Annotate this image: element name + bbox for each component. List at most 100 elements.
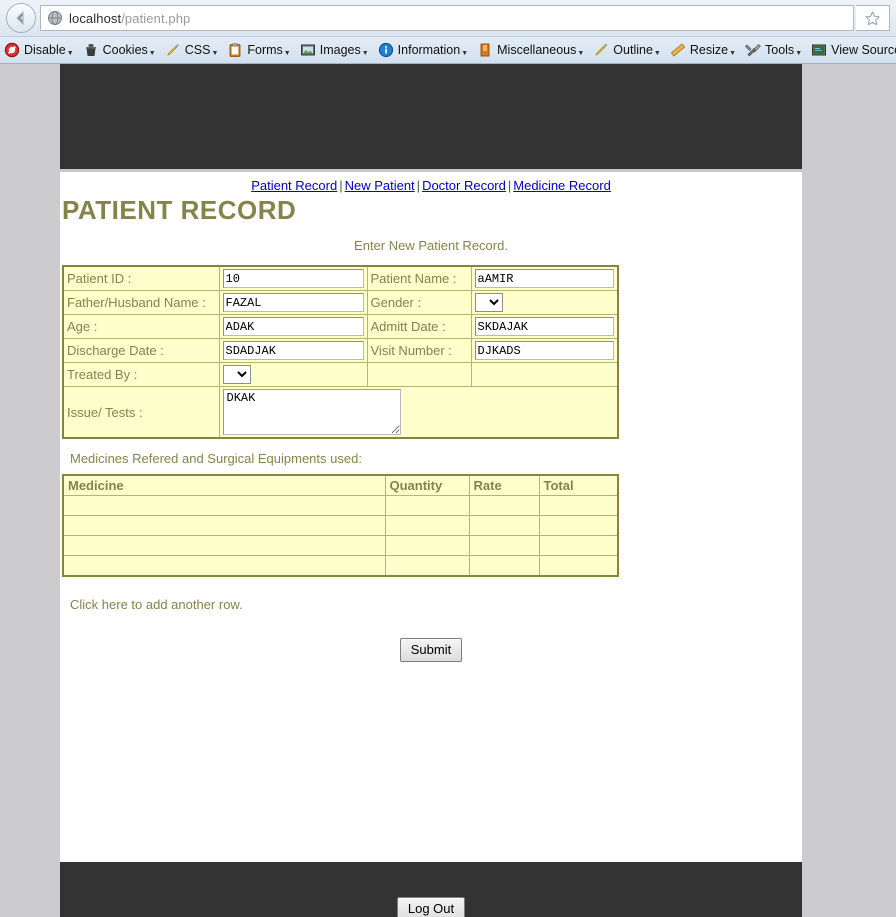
- nav-link-doctor-record[interactable]: Doctor Record: [422, 178, 506, 193]
- toolbar-label: Resize: [689, 43, 729, 57]
- css-pencil-icon: [166, 43, 179, 56]
- table-row[interactable]: [62, 495, 619, 516]
- chevron-down-icon: ▼: [66, 49, 74, 57]
- label-gender: Gender :: [366, 290, 472, 315]
- cell-medicine[interactable]: [62, 515, 386, 536]
- discharge-date-input[interactable]: [222, 341, 364, 360]
- logout-button[interactable]: Log Out: [396, 897, 466, 917]
- page-subtitle: Enter New Patient Record.: [354, 238, 508, 253]
- site-header-banner: [60, 64, 802, 169]
- disable-circle-icon: [4, 42, 20, 58]
- monitor-icon: [812, 44, 827, 56]
- book-icon: [480, 43, 490, 57]
- toolbar-label: Cookies: [102, 43, 148, 57]
- label-visit-number: Visit Number :: [366, 338, 472, 363]
- toolbar-label: Forms: [247, 43, 283, 57]
- age-input[interactable]: [222, 317, 364, 336]
- patient-form: Patient ID : Patient Name : Father/Husba…: [60, 265, 802, 439]
- cell-total[interactable]: [538, 515, 619, 536]
- table-row[interactable]: [62, 555, 619, 576]
- toolbar-item-outline[interactable]: Outline ▼: [591, 42, 668, 58]
- nav-link-new-patient[interactable]: New Patient: [345, 178, 415, 193]
- cell-total[interactable]: [538, 555, 619, 576]
- url-host: localhost: [69, 10, 122, 26]
- address-bar[interactable]: localhost/patient.php: [40, 5, 854, 31]
- web-developer-toolbar[interactable]: Disable ▼ Cookies ▼ CSS ▼ Forms ▼ Images…: [0, 36, 896, 63]
- submit-button-container: Submit: [60, 637, 802, 662]
- toolbar-item-information[interactable]: Information ▼: [376, 42, 475, 58]
- toolbar-item-forms[interactable]: Forms ▼: [225, 42, 297, 58]
- cell-medicine[interactable]: [62, 535, 386, 556]
- star-icon[interactable]: [856, 5, 890, 31]
- toolbar-item-cookies[interactable]: Cookies ▼: [81, 42, 163, 58]
- treated-by-select[interactable]: [222, 365, 251, 384]
- gender-select[interactable]: [474, 293, 503, 312]
- admitt-date-input[interactable]: [474, 317, 614, 336]
- picture-icon: [300, 44, 315, 56]
- toolbar-item-images[interactable]: Images ▼: [298, 42, 376, 58]
- nav-link-patient-record[interactable]: Patient Record: [251, 178, 337, 193]
- form-row-treated-by: Treated By :: [62, 362, 619, 387]
- form-row-age: Age : Admitt Date :: [62, 314, 619, 339]
- cell-rate[interactable]: [468, 535, 540, 556]
- table-row[interactable]: [62, 515, 619, 536]
- ruler-icon: [670, 43, 685, 57]
- cell-medicine[interactable]: [62, 555, 386, 576]
- cell-patient-id-input: [218, 265, 368, 291]
- label-patient-id: Patient ID :: [62, 265, 220, 291]
- toolbar-item-disable[interactable]: Disable ▼: [2, 42, 81, 58]
- toolbar-item-view-source[interactable]: View Source ▼: [809, 42, 896, 58]
- toolbar-item-miscellaneous[interactable]: Miscellaneous ▼: [475, 42, 591, 58]
- back-arrow-icon[interactable]: [6, 3, 36, 33]
- page-container: Patient Record | New Patient | Doctor Record…: [60, 64, 802, 917]
- cell-treated-by-select: [218, 362, 368, 387]
- clipboard-icon: [229, 43, 241, 57]
- issue-tests-textarea[interactable]: DKAK: [222, 389, 401, 435]
- cell-rate[interactable]: [468, 515, 540, 536]
- url-path: /patient.php: [121, 10, 191, 26]
- toolbar-label: Miscellaneous: [497, 43, 577, 57]
- visit-number-input[interactable]: [474, 341, 614, 360]
- father-husband-name-input[interactable]: [222, 293, 364, 312]
- toolbar-label: Information: [397, 43, 461, 57]
- cell-total[interactable]: [538, 535, 619, 556]
- nav-link-medicine-record[interactable]: Medicine Record: [513, 178, 611, 193]
- toolbar-label: Images: [319, 43, 361, 57]
- cell-rate[interactable]: [468, 495, 540, 516]
- table-row[interactable]: [62, 535, 619, 556]
- cell-patient-name-input: [470, 265, 619, 291]
- toolbar-item-tools[interactable]: Tools ▼: [743, 42, 809, 58]
- site-footer: Log Out: [60, 861, 802, 917]
- medicines-section: Medicine Quantity Rate Total: [60, 474, 802, 577]
- browser-chrome: localhost/patient.php Disable ▼ Cookies …: [0, 0, 896, 64]
- toolbar-item-resize[interactable]: Resize ▼: [668, 42, 743, 58]
- page-content: Patient Record | New Patient | Doctor Record…: [60, 172, 802, 862]
- cell-rate[interactable]: [468, 555, 540, 576]
- cell-quantity[interactable]: [384, 515, 470, 536]
- info-circle-icon: [378, 42, 393, 58]
- toolbar-item-css[interactable]: CSS ▼: [163, 42, 226, 58]
- cell-admitt-date-input: [470, 314, 619, 339]
- chevron-down-icon: ▼: [795, 49, 803, 57]
- medicines-caption: Medicines Refered and Surgical Equipment…: [70, 451, 362, 466]
- chevron-down-icon: ▼: [729, 49, 736, 57]
- cell-quantity[interactable]: [384, 495, 470, 516]
- medicines-table: Medicine Quantity Rate Total: [62, 474, 619, 577]
- cell-total[interactable]: [538, 495, 619, 516]
- cell-medicine[interactable]: [62, 495, 386, 516]
- page-viewport: Patient Record | New Patient | Doctor Record…: [0, 64, 896, 917]
- cell-quantity[interactable]: [384, 535, 470, 556]
- label-age: Age :: [62, 314, 220, 339]
- browser-navigation-bar: localhost/patient.php: [0, 0, 896, 36]
- patient-id-input[interactable]: [222, 269, 364, 288]
- add-row-link[interactable]: Click here to add another row.: [70, 597, 802, 612]
- cell-quantity[interactable]: [384, 555, 470, 576]
- globe-icon: [48, 11, 62, 25]
- patient-name-input[interactable]: [474, 269, 614, 288]
- cell-empty-b: [470, 362, 619, 387]
- chevron-down-icon: ▼: [577, 49, 585, 57]
- chevron-down-icon: ▼: [461, 49, 469, 57]
- submit-button[interactable]: Submit: [399, 637, 463, 662]
- cell-issue-tests-textarea: DKAK: [218, 386, 619, 439]
- patient-details-table: Patient ID : Patient Name : Father/Husba…: [62, 265, 619, 439]
